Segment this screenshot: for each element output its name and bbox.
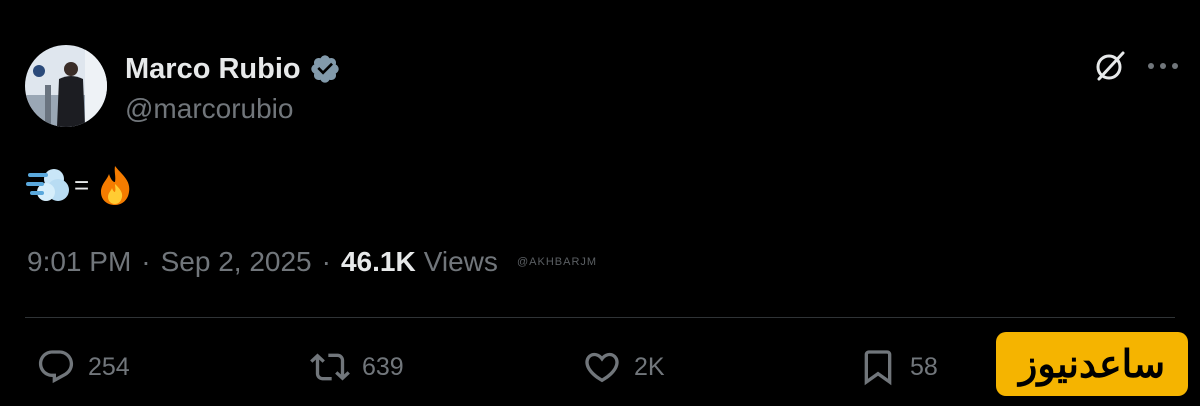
like-count: 2K <box>634 352 665 381</box>
divider <box>25 317 1175 318</box>
logo-text: ساعدنیوز <box>1018 343 1166 386</box>
avatar-image <box>25 45 107 127</box>
tweet-meta: 9:01 PM · Sep 2, 2025 · 46.1K Views <box>27 246 498 278</box>
more-options-icon[interactable] <box>1146 56 1180 76</box>
bookmark-button[interactable]: 58 <box>858 347 938 387</box>
sa3dnews-logo: ساعدنیوز <box>996 332 1188 396</box>
verified-badge-icon <box>310 55 339 83</box>
grok-icon[interactable] <box>1092 48 1128 84</box>
reply-icon <box>38 350 74 384</box>
author-name-text[interactable]: Marco Rubio <box>125 52 301 86</box>
tweet-text: = <box>26 164 135 206</box>
watermark-text: @AKHBARJM <box>517 256 598 268</box>
repost-button[interactable]: 639 <box>310 347 404 387</box>
bookmark-count: 58 <box>910 352 938 381</box>
meta-separator-2: · <box>321 246 331 277</box>
tweet-date[interactable]: Sep 2, 2025 <box>161 246 312 278</box>
views-count: 46.1K <box>340 246 416 277</box>
repost-icon <box>310 353 350 381</box>
views-label: Views <box>423 246 498 277</box>
like-button[interactable]: 2K <box>582 347 665 387</box>
reply-count: 254 <box>88 352 130 381</box>
bookmark-icon <box>864 350 892 386</box>
meta-separator: · <box>141 246 151 277</box>
author-handle[interactable]: @marcorubio <box>125 93 293 125</box>
avatar[interactable] <box>25 45 107 127</box>
reply-button[interactable]: 254 <box>36 347 130 387</box>
repost-count: 639 <box>362 352 404 381</box>
heart-icon <box>585 352 619 383</box>
tweet-time[interactable]: 9:01 PM <box>27 246 131 278</box>
dashing-away-emoji-icon <box>26 169 69 201</box>
author-display-name[interactable]: Marco Rubio <box>125 52 341 86</box>
equals-symbol: = <box>74 170 90 200</box>
fire-emoji-icon <box>101 166 130 205</box>
